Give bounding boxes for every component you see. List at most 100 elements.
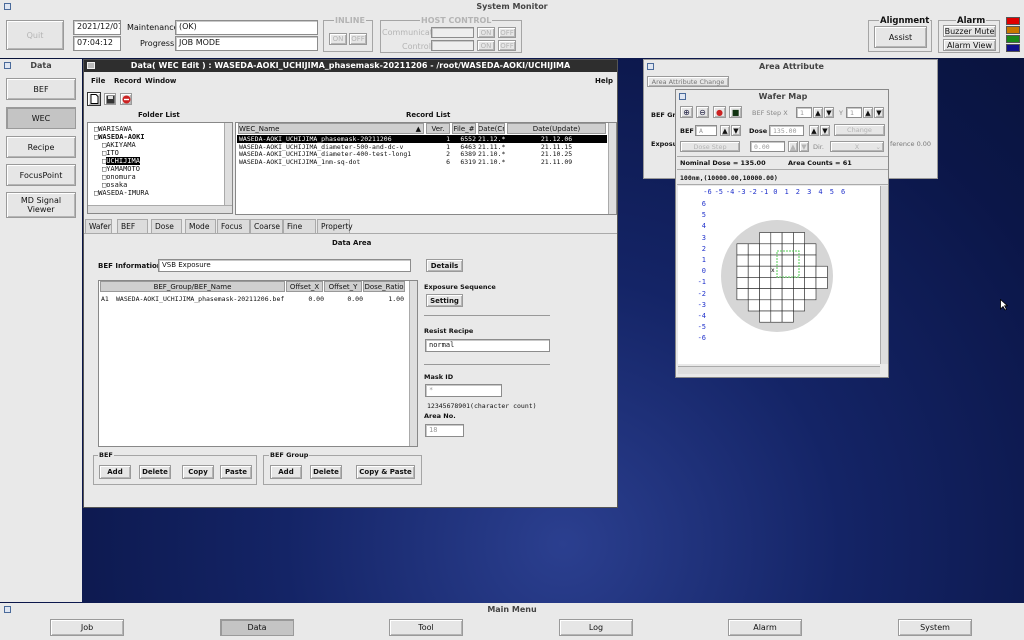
bef-nav-button[interactable]: BEF (6, 78, 76, 100)
table-row[interactable]: A1 WASEDA-AOKI_UCHIJIMA_phasemask-2021120… (100, 295, 405, 304)
focuspoint-nav-button[interactable]: FocusPoint (6, 164, 76, 186)
control-on-button[interactable]: ON (477, 40, 495, 51)
wafer-map-scrollbar[interactable] (880, 186, 888, 364)
folder-scrollbar[interactable] (224, 123, 232, 205)
wafer-die[interactable] (804, 288, 817, 301)
wafer-die[interactable] (770, 310, 783, 323)
inline-on-button[interactable]: ON (329, 33, 347, 45)
column-header-bef-name[interactable]: BEF_Group/BEF_Name (100, 281, 285, 292)
bef-step-x-field[interactable]: 1 (796, 107, 812, 118)
tool-menu-button[interactable]: Tool (389, 619, 463, 636)
table-row[interactable]: WASEDA-AOKI_UCHIJIMA_1nm-sq-dot 6 6319 21.1… (237, 158, 607, 166)
wafer-die[interactable] (736, 243, 749, 256)
resist-recipe-field[interactable]: normal (425, 339, 550, 352)
wafer-die[interactable] (781, 254, 794, 267)
dose-step-down-icon[interactable]: ▼ (799, 141, 809, 152)
record-list[interactable]: WEC_Name ▲ Ver. File_# Date(Cr Date(Updat… (235, 122, 617, 215)
column-header-offset-y[interactable]: Offset_Y (324, 281, 362, 292)
tab-dose[interactable]: Dose (151, 219, 182, 233)
system-menu-button[interactable]: System (898, 619, 972, 636)
step-y-up-icon[interactable]: ▲ (863, 107, 873, 118)
data-menu-button[interactable]: Data (220, 619, 294, 636)
bef-copy-button[interactable]: Copy (182, 465, 214, 479)
wafer-die[interactable] (781, 277, 794, 289)
wafer-die[interactable] (804, 243, 817, 256)
window-titlebar[interactable]: Data( WEC Edit ) : WASEDA-AOKI_UCHIJIMA_… (84, 60, 617, 72)
wafer-die[interactable] (804, 254, 817, 267)
wafer-die[interactable] (770, 243, 783, 256)
wafer-map-hscrollbar[interactable] (678, 366, 880, 374)
wafer-die[interactable] (747, 265, 760, 278)
column-header-version[interactable]: Ver. (426, 123, 450, 134)
bef-group-delete-button[interactable]: Delete (310, 465, 342, 479)
bef-group-copy-paste-button[interactable]: Copy & Paste (356, 465, 415, 479)
menu-record[interactable]: Record (114, 77, 142, 85)
tab-property[interactable]: Property (317, 219, 353, 233)
wafer-die[interactable] (793, 232, 806, 245)
step-y-field[interactable]: 1 (846, 107, 862, 118)
wafer-die[interactable] (759, 299, 772, 312)
wafer-die[interactable] (747, 288, 760, 301)
wafer-die[interactable] (793, 277, 806, 289)
bef-field[interactable]: A (695, 125, 717, 136)
wafer-die[interactable] (759, 265, 772, 278)
wafer-die[interactable] (815, 265, 828, 278)
wafer-die[interactable] (736, 288, 749, 301)
menu-file[interactable]: File (91, 77, 105, 85)
wafer-die[interactable] (815, 277, 828, 289)
bef-up-icon[interactable]: ▲ (720, 125, 730, 136)
record-scrollbar[interactable] (608, 123, 616, 214)
column-header-date-update[interactable]: Date(Update) (507, 123, 606, 134)
dir-select[interactable]: X ⌄ (830, 141, 884, 152)
folder-tree[interactable]: □WARISAWA □WASEDA-AOKI □AKIYAMA □ITO □UC… (87, 122, 233, 214)
dose-step-button[interactable]: Dose Step (680, 141, 740, 152)
bef-add-button[interactable]: Add (99, 465, 131, 479)
tab-mode[interactable]: Mode (185, 219, 216, 233)
wafer-die[interactable] (759, 288, 772, 301)
wafer-die[interactable] (781, 265, 794, 278)
alarm-view-button[interactable]: Alarm View (943, 39, 996, 51)
area-no-field[interactable]: 18 (425, 424, 464, 437)
log-menu-button[interactable]: Log (559, 619, 633, 636)
wafer-die[interactable] (804, 277, 817, 289)
wafer-die[interactable] (747, 277, 760, 289)
change-button[interactable]: Change (834, 124, 885, 136)
recipe-nav-button[interactable]: Recipe (6, 136, 76, 158)
tab-coarse[interactable]: Coarse (250, 219, 283, 233)
wafer-die[interactable] (770, 299, 783, 312)
step-x-up-icon[interactable]: ▲ (813, 107, 823, 118)
bef-information-field[interactable]: VSB Exposure (158, 259, 411, 272)
wafer-die[interactable] (781, 299, 794, 312)
wafer-die[interactable] (770, 232, 783, 245)
dose-step-field[interactable]: 0.00 (750, 141, 785, 152)
menu-window[interactable]: Window (145, 77, 176, 85)
assist-button[interactable]: Assist (874, 26, 927, 48)
dose-down-icon[interactable]: ▼ (820, 125, 830, 136)
wafer-die[interactable] (759, 232, 772, 245)
tree-item[interactable]: □YAMAMOTO (102, 165, 140, 173)
communicate-off-button[interactable]: OFF (498, 27, 516, 38)
tree-item[interactable]: □WASEDA-AOKI (94, 133, 145, 141)
wafer-die[interactable] (747, 243, 760, 256)
wafer-die[interactable] (781, 243, 794, 256)
control-off-button[interactable]: OFF (498, 40, 516, 51)
bef-delete-button[interactable]: Delete (139, 465, 171, 479)
save-icon[interactable] (104, 93, 116, 105)
wafer-die[interactable] (759, 310, 772, 323)
tab-focus[interactable]: Focus (217, 219, 250, 233)
wafer-die[interactable] (759, 277, 772, 289)
area-attribute-change-tab[interactable]: Area Attribute Change (647, 76, 729, 87)
md-signal-viewer-nav-button[interactable]: MD Signal Viewer (6, 192, 76, 218)
tree-item[interactable]: □AKIYAMA (102, 141, 136, 149)
tree-item[interactable]: □WASEDA-IMURA (94, 189, 149, 197)
wafer-die[interactable] (736, 265, 749, 278)
buzzer-mute-button[interactable]: Buzzer Mute (943, 25, 996, 37)
dose-field[interactable]: 135.00 (769, 125, 804, 136)
tree-item[interactable]: □osaka (102, 181, 127, 189)
column-header-date-created[interactable]: Date(Cr (478, 123, 505, 134)
bef-paste-button[interactable]: Paste (220, 465, 252, 479)
wafer-die[interactable] (781, 288, 794, 301)
wafer-die[interactable] (770, 288, 783, 301)
column-header-offset-x[interactable]: Offset_X (286, 281, 323, 292)
details-button[interactable]: Details (426, 259, 463, 272)
